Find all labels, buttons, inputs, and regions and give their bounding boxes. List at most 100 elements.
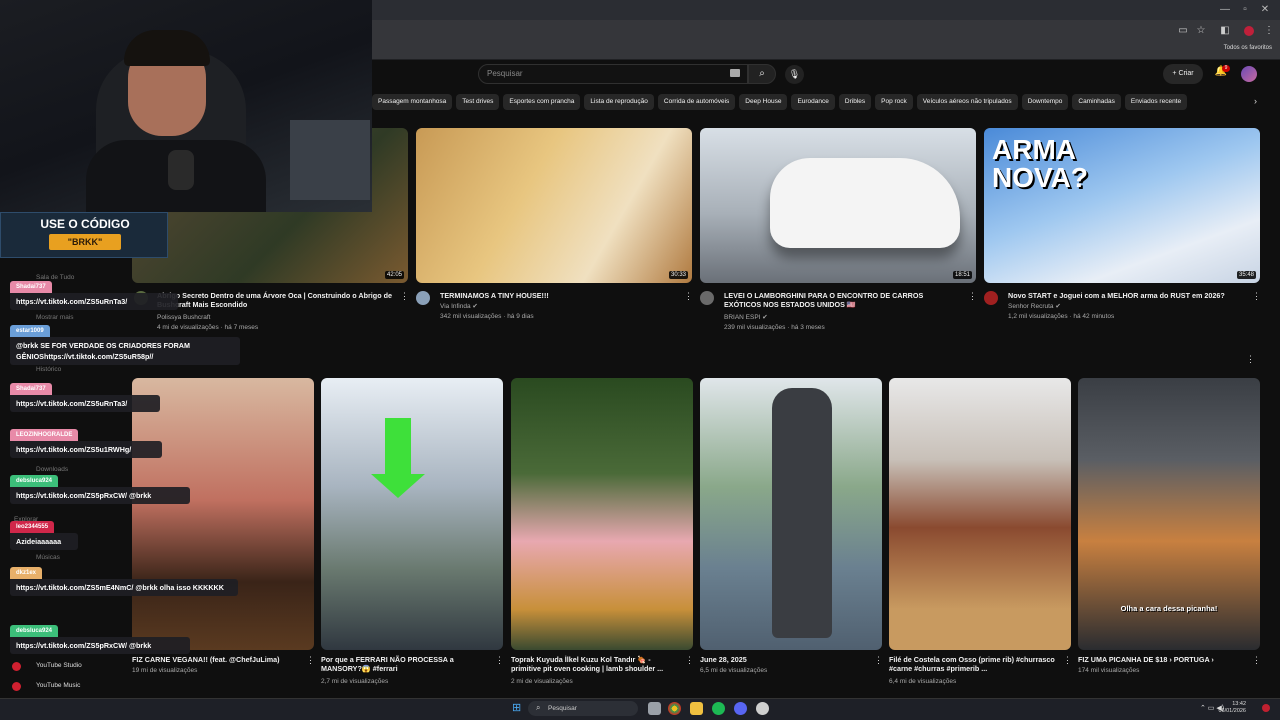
chrome-icon[interactable] — [668, 702, 681, 715]
chip[interactable]: Downtempo — [1021, 94, 1069, 110]
sidebar-item[interactable]: Downloads — [36, 466, 68, 473]
sidebar-item[interactable]: YouTube Music — [36, 682, 80, 689]
more-options-icon[interactable]: ⋮ — [1252, 291, 1261, 302]
channel-avatar[interactable] — [416, 291, 430, 305]
discord-icon[interactable] — [734, 702, 747, 715]
youtube-studio-icon — [12, 662, 21, 671]
short-thumbnail[interactable]: Olha a cara dessa picanha! — [1078, 378, 1260, 650]
short-thumbnail[interactable] — [511, 378, 693, 650]
video-duration: 18:51 — [952, 271, 972, 279]
car-shape — [770, 158, 960, 248]
down-arrow-icon — [371, 474, 425, 498]
more-options-icon[interactable]: ⋮ — [306, 655, 315, 666]
video-thumbnail[interactable]: 18:51 — [700, 128, 976, 283]
short-title[interactable]: Toprak Kuyuda İlkel Kuzu Kol Tandır 🍖 - … — [511, 655, 679, 673]
chip[interactable]: Test drives — [456, 94, 500, 110]
chip[interactable]: Caminhadas — [1072, 94, 1121, 110]
short-title[interactable]: FIZ UMA PICANHA DE $18 › PORTUGA › — [1078, 655, 1246, 664]
short-title[interactable]: June 28, 2025 — [700, 655, 868, 664]
more-options-icon[interactable]: ⋮ — [495, 655, 504, 666]
video-title[interactable]: Abrigo Secreto Dentro de uma Árvore Oca … — [157, 291, 393, 309]
star-icon[interactable]: ☆ — [1194, 24, 1208, 38]
chat-username: Shadai737 — [10, 281, 52, 293]
chip[interactable]: Passagem montanhosa — [372, 94, 453, 110]
create-label: Criar — [1178, 70, 1194, 77]
chip[interactable]: Corrida de automóveis — [657, 94, 736, 110]
more-options-icon[interactable]: ⋮ — [1063, 655, 1072, 666]
sidebar-item[interactable]: Mostrar mais — [36, 314, 74, 321]
video-title[interactable]: LEVEI O LAMBORGHINI PARA O ENCONTRO DE C… — [724, 291, 960, 309]
more-options-icon[interactable]: ⋮ — [400, 291, 409, 302]
channel-avatar[interactable] — [984, 291, 998, 305]
more-options-icon[interactable]: ⋮ — [874, 655, 883, 666]
chat-message: https://vt.tiktok.com/ZS5pRxCW/ @brkk — [10, 637, 190, 654]
chat-username: debsluca924 — [10, 475, 59, 487]
user-avatar[interactable] — [1241, 66, 1257, 82]
sidebar-item[interactable]: YouTube Studio — [36, 662, 82, 669]
chevron-right-icon[interactable]: › — [1254, 96, 1257, 106]
channel-name[interactable]: Via Infinda ✔ — [440, 302, 478, 312]
sidebar-item[interactable]: Músicas — [36, 554, 60, 561]
chip[interactable]: Enviados recente — [1124, 94, 1188, 110]
short-meta: 174 mil visualizações — [1078, 667, 1140, 674]
maximize-icon[interactable]: ▫ — [1238, 3, 1252, 17]
short-thumbnail[interactable] — [321, 378, 503, 650]
task-view-icon[interactable] — [648, 702, 661, 715]
streamer-hair — [124, 30, 210, 66]
chip[interactable]: Eurodance — [791, 94, 835, 110]
menu-icon[interactable]: ⋮ — [1262, 24, 1276, 38]
favorites-folder[interactable]: Todos os favoritos — [1224, 45, 1272, 51]
video-title[interactable]: TERMINAMOS A TINY HOUSE!!! — [440, 291, 676, 300]
create-button[interactable]: + Criar — [1163, 64, 1203, 84]
more-options-icon[interactable]: ⋮ — [684, 291, 693, 302]
search-icon: ⌕ — [759, 68, 765, 79]
minimize-icon[interactable]: — — [1218, 3, 1232, 17]
windows-start-icon[interactable]: ⊞ — [512, 702, 524, 714]
file-explorer-icon[interactable] — [690, 702, 703, 715]
short-title[interactable]: FIZ CARNE VEGANA!! (feat. @ChefJuLima) — [132, 655, 300, 664]
more-options-icon[interactable]: ⋮ — [1252, 655, 1261, 666]
close-icon[interactable]: ✕ — [1258, 3, 1272, 17]
short-thumbnail[interactable] — [700, 378, 882, 650]
chip[interactable]: Deep House — [739, 94, 788, 110]
chat-message: https://vt.tiktok.com/ZS5uRnTa3/ — [10, 293, 178, 310]
notification-badge: 9 — [1222, 65, 1230, 72]
chip[interactable]: Esportes com prancha — [503, 94, 581, 110]
chip[interactable]: Pop rock — [875, 94, 913, 110]
extensions-icon[interactable]: ◧ — [1218, 24, 1232, 38]
channel-name[interactable]: Senhor Recruta ✔ — [1008, 302, 1061, 312]
channel-avatar[interactable] — [700, 291, 714, 305]
short-thumbnail[interactable] — [132, 378, 314, 650]
video-title[interactable]: Novo START e Joguei com a MELHOR arma do… — [1008, 291, 1244, 300]
keyboard-icon[interactable] — [730, 69, 740, 77]
video-thumbnail[interactable]: ARMA NOVA? 35:48 — [984, 128, 1260, 283]
notification-icon[interactable] — [1262, 704, 1270, 712]
sidebar-item[interactable]: Sala de Tudo — [36, 274, 74, 281]
profile-icon[interactable] — [1244, 26, 1254, 36]
voice-search-button[interactable]: 🎙 — [785, 65, 804, 84]
chip[interactable]: Dribles — [838, 94, 872, 110]
more-options-icon[interactable]: ⋮ — [968, 291, 977, 302]
obs-icon[interactable] — [756, 702, 769, 715]
search-input[interactable]: Pesquisar — [478, 64, 748, 84]
channel-name[interactable]: Polissya Bushcraft — [157, 313, 210, 323]
more-options-icon[interactable]: ⋮ — [685, 655, 694, 666]
chip[interactable]: Lista de reprodução — [584, 94, 654, 110]
windows-taskbar — [0, 698, 1280, 720]
short-title[interactable]: Filé de Costela com Osso (prime rib) #ch… — [889, 655, 1057, 673]
shorts-more-icon[interactable]: ⋮ — [1246, 354, 1255, 365]
sidebar-item[interactable]: Histórico — [36, 366, 61, 373]
short-thumbnail[interactable] — [889, 378, 1071, 650]
spotify-icon[interactable] — [712, 702, 725, 715]
chat-message: https://vt.tiktok.com/ZS5mE4NmC/ @brkk o… — [10, 579, 238, 596]
search-button[interactable]: ⌕ — [748, 64, 776, 84]
taskbar-clock[interactable]: 13:42 06/01/2026 — [1218, 701, 1246, 715]
channel-name[interactable]: BRIAN ESPI ✔ — [724, 313, 768, 323]
cast-icon[interactable]: ▭ — [1176, 24, 1190, 38]
chip[interactable]: Veículos aéreos não tripulados — [916, 94, 1018, 110]
video-thumbnail[interactable]: 30:33 — [416, 128, 692, 283]
short-meta: 6,5 mi de visualizações — [700, 667, 768, 674]
taskbar-search[interactable]: Pesquisar — [528, 701, 638, 716]
short-title[interactable]: Por que a FERRARI NÃO PROCESSA a MANSORY… — [321, 655, 489, 673]
search-icon: ⌕ — [536, 703, 541, 712]
